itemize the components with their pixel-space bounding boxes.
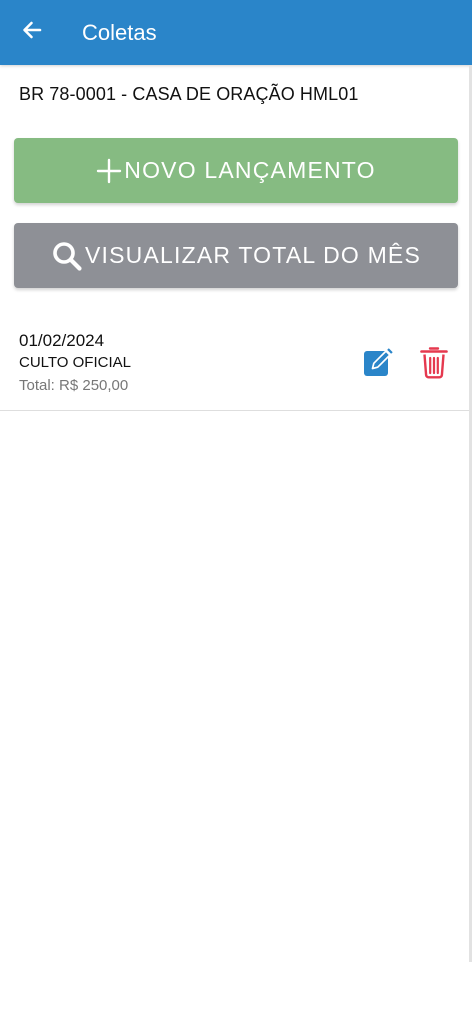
church-label: BR 78-0001 - CASA DE ORAÇÃO HML01 xyxy=(19,84,359,104)
new-entry-button[interactable]: NOVO LANÇAMENTO xyxy=(14,138,458,203)
trash-icon xyxy=(419,345,449,384)
app-screen: Coletas BR 78-0001 - CASA DE ORAÇÃO HML0… xyxy=(0,0,472,1024)
plus-icon xyxy=(96,158,122,184)
delete-button[interactable] xyxy=(416,346,452,382)
app-header: Coletas xyxy=(0,0,472,65)
page-title: Coletas xyxy=(82,19,157,45)
list-item[interactable]: 01/02/2024 CULTO OFICIAL Total: R$ 250,0… xyxy=(0,326,472,411)
new-entry-label: NOVO LANÇAMENTO xyxy=(124,157,376,183)
back-button[interactable] xyxy=(0,0,64,65)
edit-icon xyxy=(362,346,394,383)
month-total-label: VISUALIZAR TOTAL DO MÊS xyxy=(84,242,422,268)
arrow-left-icon xyxy=(20,18,44,47)
entry-actions xyxy=(360,346,452,382)
month-total-button[interactable]: VISUALIZAR TOTAL DO MÊS xyxy=(14,223,458,288)
search-icon xyxy=(51,240,83,272)
edit-button[interactable] xyxy=(360,346,396,382)
entries-list: 01/02/2024 CULTO OFICIAL Total: R$ 250,0… xyxy=(0,326,472,411)
